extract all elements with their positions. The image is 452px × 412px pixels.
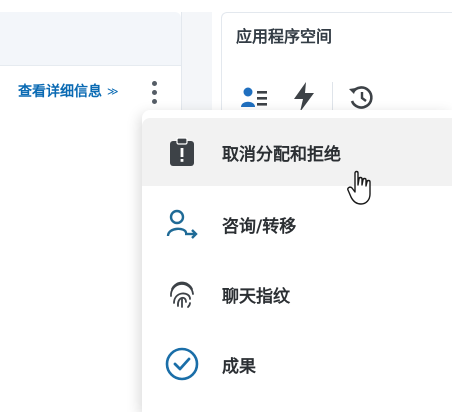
menu-item-outcome[interactable]: 成果 — [142, 330, 452, 398]
check-circle-icon — [164, 346, 200, 382]
menu-item-label: 取消分配和拒绝 — [222, 144, 341, 165]
clipboard-alert-icon — [164, 134, 200, 170]
menu-item-label: 成果 — [222, 356, 256, 377]
view-details-link[interactable]: 查看详细信息 ≫ — [18, 79, 119, 103]
left-panel-header — [0, 12, 181, 66]
menu-item-consult-transfer[interactable]: 咨询/转移 — [142, 190, 452, 258]
app-space-title: 应用程序空间 — [236, 27, 333, 46]
double-chevron-down-icon: ≫ — [107, 84, 119, 98]
menu-item-unassign-decline[interactable]: 取消分配和拒绝 — [142, 118, 452, 186]
menu-item-label: 咨询/转移 — [222, 216, 297, 237]
toolbar-divider — [332, 82, 333, 112]
fingerprint-icon — [164, 276, 200, 312]
more-vertical-icon[interactable] — [146, 78, 162, 106]
actions-dropdown-menu: 取消分配和拒绝 咨询/转移 聊天指纹 成果 — [142, 110, 452, 412]
view-details-label: 查看详细信息 — [18, 84, 102, 100]
user-arrow-icon — [164, 206, 200, 242]
menu-item-chat-fingerprint[interactable]: 聊天指纹 — [142, 260, 452, 328]
menu-item-label: 聊天指纹 — [222, 286, 290, 307]
